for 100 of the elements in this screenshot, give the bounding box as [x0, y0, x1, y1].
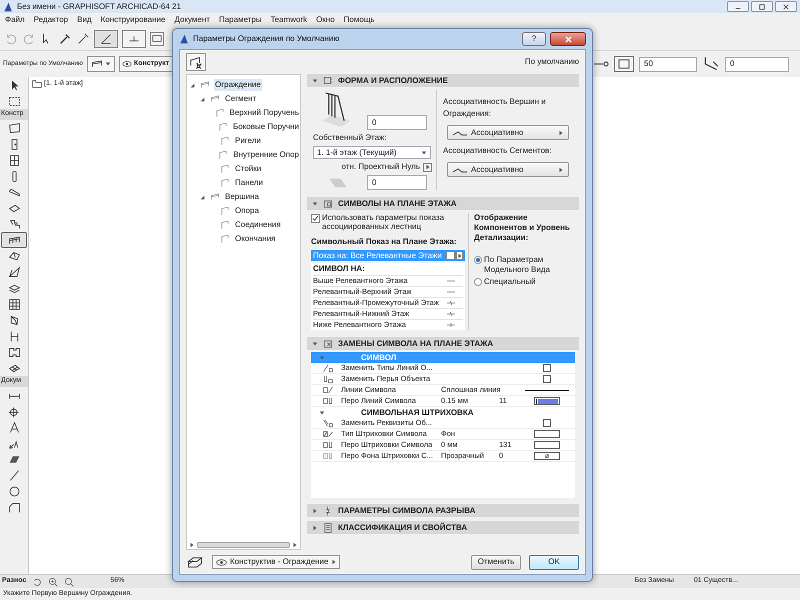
radio-button[interactable]: [474, 278, 482, 286]
reference-button[interactable]: [614, 56, 634, 72]
tree-item[interactable]: Ригели: [234, 135, 262, 147]
checkbox[interactable]: [311, 214, 320, 223]
tree-item[interactable]: Ограждение: [214, 79, 262, 91]
menu-item[interactable]: Файл: [5, 14, 25, 26]
line-icon: [8, 468, 20, 482]
caret-icon: [558, 130, 564, 136]
section-icon: [323, 76, 333, 86]
toolbar-button[interactable]: [150, 32, 164, 46]
menu-item[interactable]: Редактор: [34, 14, 68, 26]
toolbar-button[interactable]: [94, 30, 118, 48]
radio-label: Специальный: [484, 277, 536, 287]
section-header[interactable]: ФОРМА И РАСПОЛОЖЕНИЕ: [307, 74, 579, 87]
checkbox[interactable]: [543, 364, 551, 372]
angle-icon: [100, 32, 112, 44]
railing-part-icon: [219, 220, 231, 230]
maximize-button[interactable]: [751, 1, 773, 12]
close-icon: [564, 36, 572, 42]
caret-icon: [312, 78, 318, 84]
line-symbol-icon: [445, 299, 457, 307]
field-label: Отображение Компонентов и Уровень Детализации:: [474, 213, 571, 243]
section-header[interactable]: КЛАССИФИКАЦИЯ И СВОЙСТВА: [307, 521, 579, 534]
line-symbol-icon: [445, 310, 457, 318]
section-icon: [323, 506, 333, 516]
railing-type-button[interactable]: [86, 56, 115, 72]
menu-item[interactable]: Конструирование: [100, 14, 166, 26]
expand-arrow-icon[interactable]: [200, 96, 205, 102]
tree-item[interactable]: Окончания: [234, 233, 277, 245]
tree-item[interactable]: Сегмент: [224, 93, 258, 105]
list-header: СИМВОЛ НА:: [313, 263, 366, 275]
railing-part-icon: [219, 178, 231, 188]
checkbox[interactable]: [543, 375, 551, 383]
color-swatch[interactable]: [534, 441, 560, 449]
caret-icon: [558, 166, 564, 172]
menu-item[interactable]: Окно: [316, 14, 335, 26]
rectangle-icon: [152, 35, 162, 42]
tree-item[interactable]: Внутренние Опор: [232, 149, 300, 161]
field-label: Собственный Этаж:: [313, 132, 388, 144]
tree-item[interactable]: Опора: [234, 205, 260, 217]
tree-item[interactable]: Стойки: [234, 163, 262, 175]
radio-button[interactable]: [474, 256, 482, 264]
favorites-button[interactable]: [186, 53, 206, 71]
tree-item[interactable]: Вершина: [224, 191, 260, 203]
menu-item[interactable]: Помощь: [344, 14, 375, 26]
caret-icon: [424, 164, 430, 170]
checkbox[interactable]: [543, 419, 551, 427]
menu-item[interactable]: Параметры: [218, 14, 262, 26]
perpendicular-icon: [128, 34, 140, 42]
tool-button[interactable]: [1, 232, 27, 248]
layer-dropdown[interactable]: Конструктив - Ограждение: [212, 555, 340, 569]
story-dropdown[interactable]: 1. 1-й этаж (Текущий): [313, 146, 431, 159]
tree-item[interactable]: Верхний Поручень: [228, 107, 300, 119]
railing-part-icon: [219, 136, 231, 146]
node-link-icon: [452, 166, 468, 174]
stair-icon: [8, 218, 20, 230]
association-dropdown[interactable]: Ассоциативно: [447, 162, 569, 177]
radio-label: По Параметрам Модельного Вида: [484, 255, 551, 275]
section-header[interactable]: ПАРАМЕТРЫ СИМВОЛА РАЗРЫВА: [307, 504, 579, 517]
expand-arrow-icon[interactable]: [200, 194, 205, 200]
railing-part-icon: [216, 122, 229, 132]
number-field[interactable]: 50: [639, 56, 697, 72]
fit-zoom-icon: [64, 576, 74, 586]
railing-icon: [90, 60, 103, 68]
polyline-icon: [8, 500, 20, 514]
app-logo-icon: [3, 2, 13, 12]
cancel-button[interactable]: Отменить: [471, 554, 521, 570]
close-button[interactable]: [550, 32, 586, 46]
pen-swatch[interactable]: [534, 397, 560, 405]
menu-item[interactable]: Teamwork: [270, 14, 308, 26]
section-header[interactable]: СИМВОЛЫ НА ПЛАНЕ ЭТАЖА: [307, 197, 579, 210]
number-field[interactable]: 0: [367, 115, 427, 130]
section-icon: [323, 338, 333, 348]
railing-part-icon: [219, 164, 231, 174]
menu-item[interactable]: Документ: [174, 14, 210, 26]
association-dropdown[interactable]: Ассоциативно: [447, 125, 569, 140]
section-icon: [323, 522, 333, 532]
help-button[interactable]: ?: [522, 32, 546, 46]
dialog-title: Параметры Ограждения по Умолчанию: [193, 33, 340, 45]
zoom-in-icon: [48, 576, 58, 586]
app-logo-icon: [179, 34, 189, 44]
checkmark-icon: [312, 215, 319, 222]
caret-icon: [421, 150, 427, 156]
caret-icon: [312, 524, 318, 530]
tree-item[interactable]: Панели: [234, 177, 264, 189]
ok-button[interactable]: OK: [529, 554, 579, 570]
window-title: Без имени - GRAPHISOFT ARCHICAD-64 21: [17, 0, 181, 12]
expand-arrow-icon[interactable]: [190, 82, 195, 88]
field-label: Ассоциативность Вершин и Ограждения:: [443, 96, 547, 120]
section-header[interactable]: ЗАМЕНЫ СИМВОЛА НА ПЛАНЕ ЭТАЖА: [307, 337, 579, 350]
tree-item[interactable]: Боковые Поручни: [232, 121, 300, 133]
color-swatch[interactable]: [534, 430, 560, 438]
number-field[interactable]: 0: [725, 56, 789, 72]
grid-icon: [8, 298, 20, 310]
wall-icon: [8, 122, 20, 134]
tree-item[interactable]: Соединения: [234, 219, 282, 231]
preset-name: По умолчанию: [524, 56, 579, 68]
reference-button[interactable]: [423, 162, 432, 172]
menu-item[interactable]: Вид: [77, 14, 92, 26]
number-field[interactable]: 0: [367, 175, 427, 190]
